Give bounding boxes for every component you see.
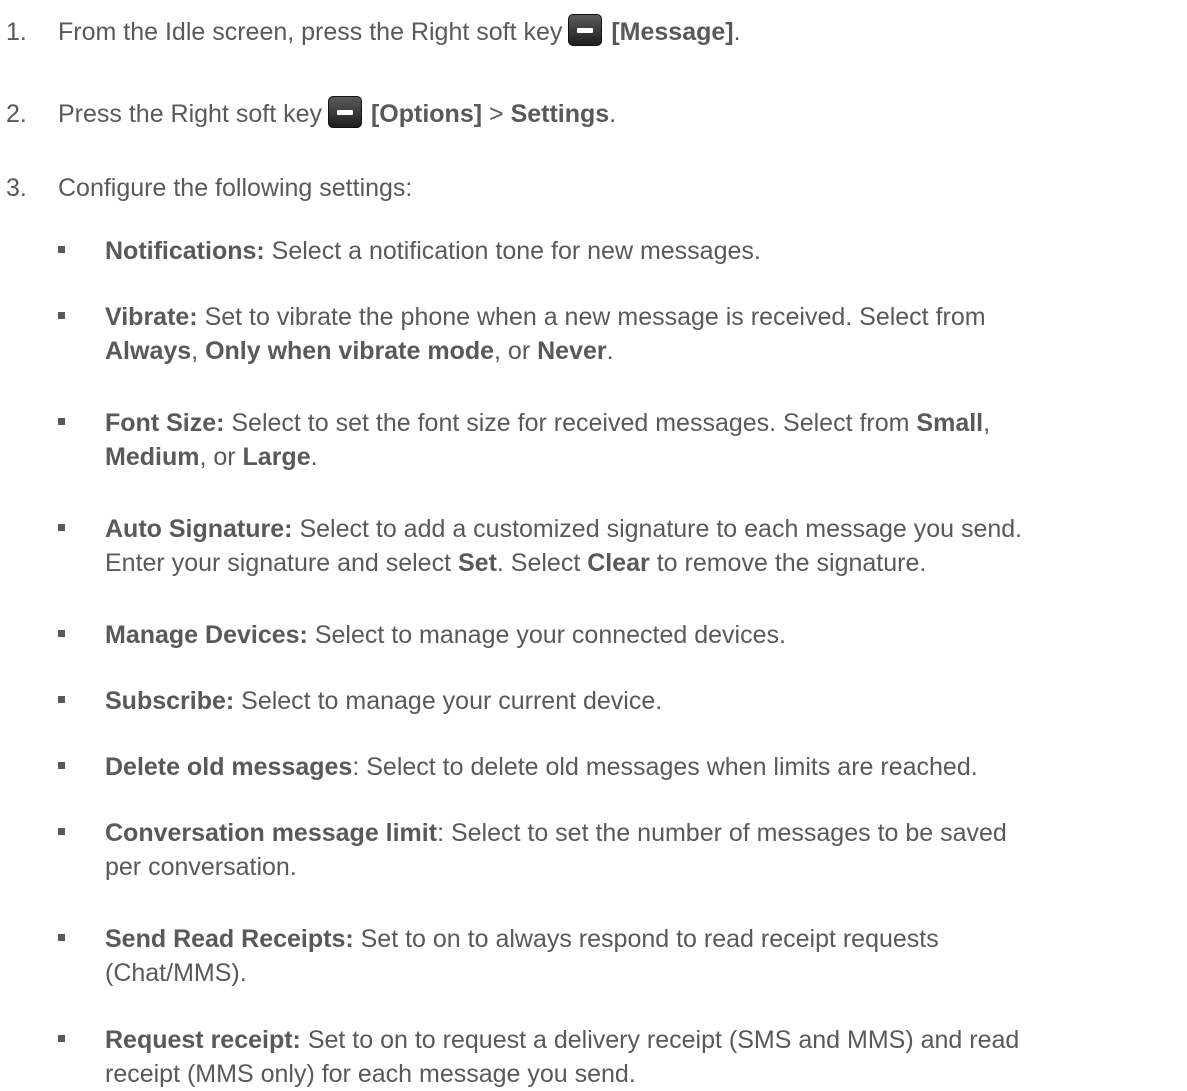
setting-term: Auto Signature:	[105, 515, 293, 543]
setting-auto-signature: Auto Signature: Select to add a customiz…	[58, 512, 1185, 580]
bullet-icon	[58, 418, 65, 425]
step-number: 3.	[6, 174, 27, 202]
bullet-icon	[58, 934, 65, 941]
setting-term: Manage Devices:	[105, 621, 308, 649]
step-text: From the Idle screen, press the Right so…	[58, 18, 563, 46]
setting-font-size: Font Size: Select to set the font size f…	[58, 406, 1185, 474]
setting-subscribe: Subscribe: Select to manage your current…	[58, 684, 1185, 718]
step-1: 1. From the Idle screen, press the Right …	[6, 14, 741, 49]
step-3: 3. Configure the following settings:	[6, 171, 412, 205]
setting-notifications: Notifications: Select a notification ton…	[58, 234, 1185, 268]
setting-term: Subscribe:	[105, 687, 235, 715]
setting-term: Request receipt:	[105, 1026, 301, 1054]
setting-request-receipt: Request receipt: Set to on to request a …	[58, 1023, 1185, 1091]
step-text: Configure the following settings:	[58, 174, 413, 202]
bullet-icon	[58, 762, 65, 769]
bullet-icon	[58, 246, 65, 253]
step-number: 2.	[6, 100, 27, 128]
bullet-icon	[58, 630, 65, 637]
setting-vibrate: Vibrate: Set to vibrate the phone when a…	[58, 300, 1185, 368]
bullet-icon	[58, 1035, 65, 1042]
key-label: [Message]	[611, 18, 734, 46]
setting-send-read-receipts: Send Read Receipts: Set to on to always …	[58, 922, 1185, 990]
step-number: 1.	[6, 18, 27, 46]
bullet-icon	[58, 828, 65, 835]
right-softkey-icon	[568, 14, 603, 46]
right-softkey-icon	[328, 96, 363, 128]
setting-term: Delete old messages	[105, 753, 353, 781]
setting-term: Font Size:	[105, 409, 225, 437]
bullet-icon	[58, 312, 65, 319]
setting-term: Conversation message limit	[105, 819, 438, 847]
menu-target: Settings	[510, 100, 610, 128]
document-page: 1. From the Idle screen, press the Right …	[0, 0, 1187, 1091]
setting-term: Notifications:	[105, 237, 265, 265]
setting-manage-devices: Manage Devices: Select to manage your co…	[58, 618, 1185, 652]
key-label: [Options]	[370, 100, 483, 128]
bullet-icon	[58, 696, 65, 703]
bullet-icon	[58, 524, 65, 531]
step-2: 2. Press the Right soft key [Options] > S…	[6, 96, 616, 131]
setting-term: Vibrate:	[105, 303, 198, 331]
setting-conversation-limit: Conversation message limit: Select to se…	[58, 816, 1185, 884]
setting-term: Send Read Receipts:	[105, 925, 354, 953]
setting-delete-old-messages: Delete old messages: Select to delete ol…	[58, 750, 1185, 784]
step-text: Press the Right soft key	[58, 100, 323, 128]
